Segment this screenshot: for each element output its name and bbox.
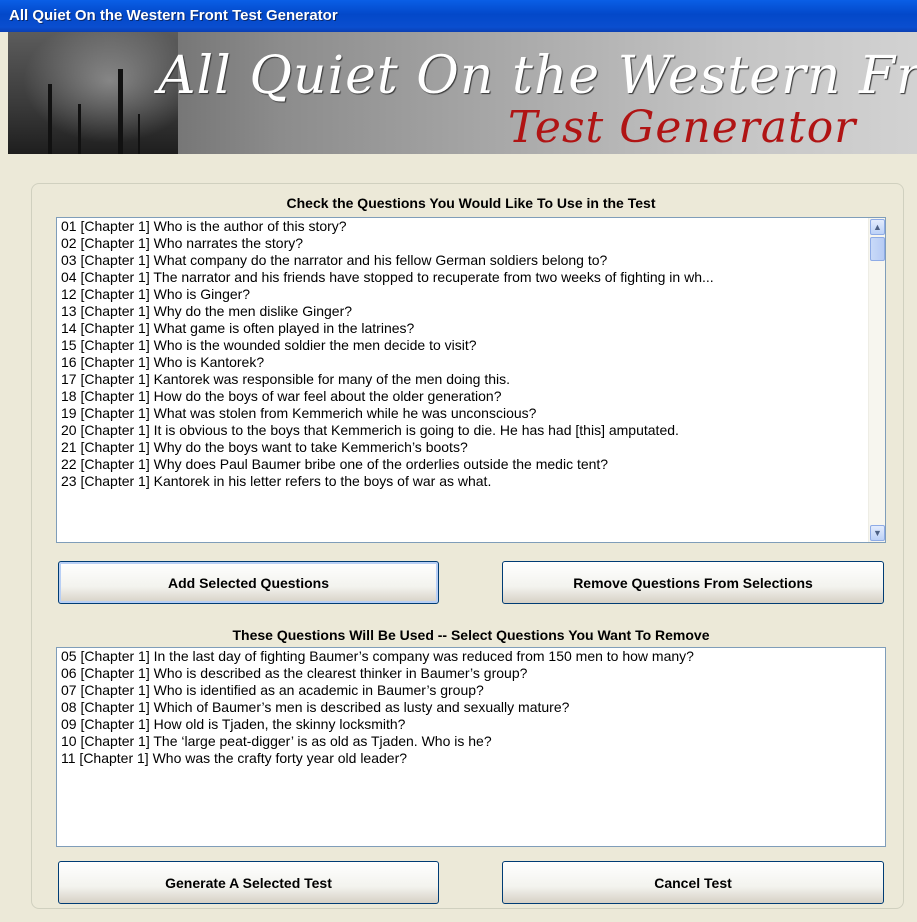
list-item[interactable]: 02 [Chapter 1] Who narrates the story? <box>57 235 885 252</box>
list-item[interactable]: 17 [Chapter 1] Kantorek was responsible … <box>57 371 885 388</box>
list-item[interactable]: 08 [Chapter 1] Which of Baumer’s men is … <box>57 699 885 716</box>
add-selected-questions-button[interactable]: Add Selected Questions <box>58 561 439 604</box>
banner-subtitle: Test Generator <box>508 102 857 153</box>
selected-questions-list[interactable]: 05 [Chapter 1] In the last day of fighti… <box>56 647 886 847</box>
list-item[interactable]: 13 [Chapter 1] Why do the men dislike Gi… <box>57 303 885 320</box>
cancel-test-button[interactable]: Cancel Test <box>502 861 884 904</box>
list-item[interactable]: 03 [Chapter 1] What company do the narra… <box>57 252 885 269</box>
scroll-down-button[interactable]: ▼ <box>870 525 885 541</box>
header-banner: All Quiet On the Western Front Test Gene… <box>8 32 917 154</box>
remove-questions-button[interactable]: Remove Questions From Selections <box>502 561 884 604</box>
available-questions-list[interactable]: 01 [Chapter 1] Who is the author of this… <box>56 217 886 543</box>
scroll-up-icon: ▲ <box>873 222 882 232</box>
list-item[interactable]: 18 [Chapter 1] How do the boys of war fe… <box>57 388 885 405</box>
window-title: All Quiet On the Western Front Test Gene… <box>9 7 338 24</box>
list-item[interactable]: 14 [Chapter 1] What game is often played… <box>57 320 885 337</box>
generate-test-button[interactable]: Generate A Selected Test <box>58 861 439 904</box>
list-item[interactable]: 21 [Chapter 1] Why do the boys want to t… <box>57 439 885 456</box>
list-item[interactable]: 20 [Chapter 1] It is obvious to the boys… <box>57 422 885 439</box>
window-title-bar[interactable]: All Quiet On the Western Front Test Gene… <box>0 0 917 32</box>
list-item[interactable]: 23 [Chapter 1] Kantorek in his letter re… <box>57 473 885 490</box>
list-item[interactable]: 22 [Chapter 1] Why does Paul Baumer brib… <box>57 456 885 473</box>
scroll-thumb[interactable] <box>870 237 885 261</box>
list-item[interactable]: 01 [Chapter 1] Who is the author of this… <box>57 218 885 235</box>
list-item[interactable]: 11 [Chapter 1] Who was the crafty forty … <box>57 750 885 767</box>
app-window: All Quiet On the Western Front Test Gene… <box>0 0 917 922</box>
list-item[interactable]: 05 [Chapter 1] In the last day of fighti… <box>57 648 885 665</box>
scroll-up-button[interactable]: ▲ <box>870 219 885 235</box>
selected-rows: 05 [Chapter 1] In the last day of fighti… <box>57 648 885 767</box>
selected-questions-label: These Questions Will Be Used -- Select Q… <box>232 627 710 643</box>
list-item[interactable]: 15 [Chapter 1] Who is the wounded soldie… <box>57 337 885 354</box>
available-rows: 01 [Chapter 1] Who is the author of this… <box>57 218 885 490</box>
list-item[interactable]: 06 [Chapter 1] Who is described as the c… <box>57 665 885 682</box>
list-item[interactable]: 19 [Chapter 1] What was stolen from Kemm… <box>57 405 885 422</box>
list-item[interactable]: 07 [Chapter 1] Who is identified as an a… <box>57 682 885 699</box>
available-questions-label: Check the Questions You Would Like To Us… <box>286 195 656 211</box>
list-item[interactable]: 10 [Chapter 1] The ‘large peat-digger’ i… <box>57 733 885 750</box>
list-item[interactable]: 09 [Chapter 1] How old is Tjaden, the sk… <box>57 716 885 733</box>
available-scrollbar[interactable]: ▲ ▼ <box>868 218 885 542</box>
list-item[interactable]: 04 [Chapter 1] The narrator and his frie… <box>57 269 885 286</box>
list-item[interactable]: 16 [Chapter 1] Who is Kantorek? <box>57 354 885 371</box>
battlefield-image <box>8 32 178 154</box>
scroll-down-icon: ▼ <box>873 528 882 538</box>
banner-title: All Quiet On the Western Front <box>158 46 917 106</box>
list-item[interactable]: 12 [Chapter 1] Who is Ginger? <box>57 286 885 303</box>
